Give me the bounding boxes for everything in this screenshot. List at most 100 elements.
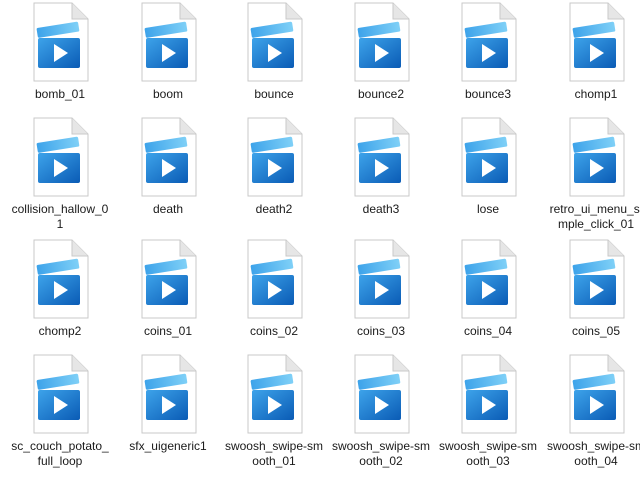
- file-name-label: sc_couch_potato_full_loop: [11, 439, 109, 468]
- file-item[interactable]: death3: [329, 115, 433, 233]
- video-file-icon: [351, 2, 411, 82]
- video-file-icon: [244, 354, 304, 434]
- file-name-label: sfx_uigeneric1: [129, 439, 207, 453]
- file-item[interactable]: coins_02: [222, 237, 326, 355]
- file-name-label: death: [152, 202, 184, 216]
- video-file-icon-graphic: [354, 2, 410, 82]
- video-file-icon-graphic: [141, 239, 197, 319]
- file-item[interactable]: sfx_uigeneric1: [116, 352, 220, 470]
- video-file-icon-graphic: [247, 117, 303, 197]
- file-item[interactable]: boom: [116, 0, 220, 118]
- video-file-icon: [458, 239, 518, 319]
- video-file-icon: [458, 354, 518, 434]
- video-file-icon: [458, 2, 518, 82]
- file-name-label: swoosh_swipe-smooth_03: [438, 439, 538, 468]
- video-file-icon: [30, 2, 90, 82]
- video-file-icon: [30, 117, 90, 197]
- video-file-icon-graphic: [33, 117, 89, 197]
- file-name-label: bomb_01: [34, 87, 86, 101]
- video-file-icon: [30, 239, 90, 319]
- video-file-icon: [566, 354, 626, 434]
- file-name-label: coins_05: [571, 324, 621, 338]
- file-name-label: bounce3: [464, 87, 512, 101]
- video-file-icon-graphic: [247, 354, 303, 434]
- video-file-icon: [244, 239, 304, 319]
- file-item[interactable]: coins_03: [329, 237, 433, 355]
- video-file-icon-graphic: [141, 2, 197, 82]
- file-item[interactable]: lose: [436, 115, 540, 233]
- file-name-label: swoosh_swipe-smooth_02: [331, 439, 431, 468]
- video-file-icon: [244, 117, 304, 197]
- file-item[interactable]: chomp2: [8, 237, 112, 355]
- video-file-icon: [30, 354, 90, 434]
- video-file-icon-graphic: [569, 117, 625, 197]
- file-item[interactable]: swoosh_swipe-smooth_02: [329, 352, 433, 470]
- file-item[interactable]: death: [116, 115, 220, 233]
- file-name-label: bounce2: [357, 87, 405, 101]
- video-file-icon: [138, 354, 198, 434]
- file-item[interactable]: bounce: [222, 0, 326, 118]
- file-name-label: death3: [362, 202, 400, 216]
- video-file-icon-graphic: [569, 239, 625, 319]
- file-name-label: coins_03: [356, 324, 406, 338]
- video-file-icon-graphic: [33, 239, 89, 319]
- file-name-label: coins_02: [249, 324, 299, 338]
- file-item[interactable]: chomp1: [544, 0, 640, 118]
- file-item[interactable]: bounce2: [329, 0, 433, 118]
- file-name-label: collision_hallow_01: [11, 202, 109, 231]
- file-name-label: coins_04: [463, 324, 513, 338]
- file-name-label: retro_ui_menu_simple_click_01: [549, 202, 640, 231]
- file-item[interactable]: sc_couch_potato_full_loop: [8, 352, 112, 470]
- video-file-icon-graphic: [461, 2, 517, 82]
- file-item[interactable]: retro_ui_menu_simple_click_01: [544, 115, 640, 233]
- video-file-icon: [351, 354, 411, 434]
- file-name-label: swoosh_swipe-smooth_04: [546, 439, 640, 468]
- file-name-label: boom: [152, 87, 184, 101]
- video-file-icon-graphic: [461, 239, 517, 319]
- file-row: sc_couch_potato_full_loop sfx_uigeneric1…: [0, 352, 640, 470]
- video-file-icon-graphic: [461, 354, 517, 434]
- video-file-icon-graphic: [461, 117, 517, 197]
- file-item[interactable]: collision_hallow_01: [8, 115, 112, 233]
- file-name-label: coins_01: [143, 324, 193, 338]
- video-file-icon-graphic: [569, 354, 625, 434]
- video-file-icon-graphic: [569, 2, 625, 82]
- video-file-icon: [351, 117, 411, 197]
- video-file-icon-graphic: [33, 2, 89, 82]
- video-file-icon-graphic: [354, 117, 410, 197]
- video-file-icon: [458, 117, 518, 197]
- file-name-label: death2: [255, 202, 293, 216]
- file-item[interactable]: coins_05: [544, 237, 640, 355]
- video-file-icon: [138, 117, 198, 197]
- file-item[interactable]: swoosh_swipe-smooth_04: [544, 352, 640, 470]
- video-file-icon: [138, 239, 198, 319]
- file-name-label: lose: [476, 202, 499, 216]
- file-name-label: swoosh_swipe-smooth_01: [224, 439, 324, 468]
- file-item[interactable]: bomb_01: [8, 0, 112, 118]
- video-file-icon: [566, 2, 626, 82]
- file-grid: bomb_01 boom bounce bounce2 bounce3 chom…: [0, 0, 640, 483]
- file-item[interactable]: bounce3: [436, 0, 540, 118]
- video-file-icon: [566, 239, 626, 319]
- file-item[interactable]: death2: [222, 115, 326, 233]
- video-file-icon: [566, 117, 626, 197]
- file-row: bomb_01 boom bounce bounce2 bounce3 chom…: [0, 0, 640, 118]
- video-file-icon-graphic: [141, 117, 197, 197]
- file-item[interactable]: swoosh_swipe-smooth_03: [436, 352, 540, 470]
- video-file-icon-graphic: [247, 239, 303, 319]
- file-name-label: chomp1: [574, 87, 618, 101]
- file-row: collision_hallow_01 death death2 death3 …: [0, 115, 640, 233]
- video-file-icon-graphic: [247, 2, 303, 82]
- video-file-icon-graphic: [354, 239, 410, 319]
- file-item[interactable]: coins_01: [116, 237, 220, 355]
- video-file-icon-graphic: [33, 354, 89, 434]
- video-file-icon-graphic: [141, 354, 197, 434]
- video-file-icon: [351, 239, 411, 319]
- file-row: chomp2 coins_01 coins_02 coins_03 coins_…: [0, 237, 640, 355]
- video-file-icon-graphic: [354, 354, 410, 434]
- file-item[interactable]: swoosh_swipe-smooth_01: [222, 352, 326, 470]
- file-name-label: chomp2: [38, 324, 82, 338]
- file-item[interactable]: coins_04: [436, 237, 540, 355]
- video-file-icon: [244, 2, 304, 82]
- video-file-icon: [138, 2, 198, 82]
